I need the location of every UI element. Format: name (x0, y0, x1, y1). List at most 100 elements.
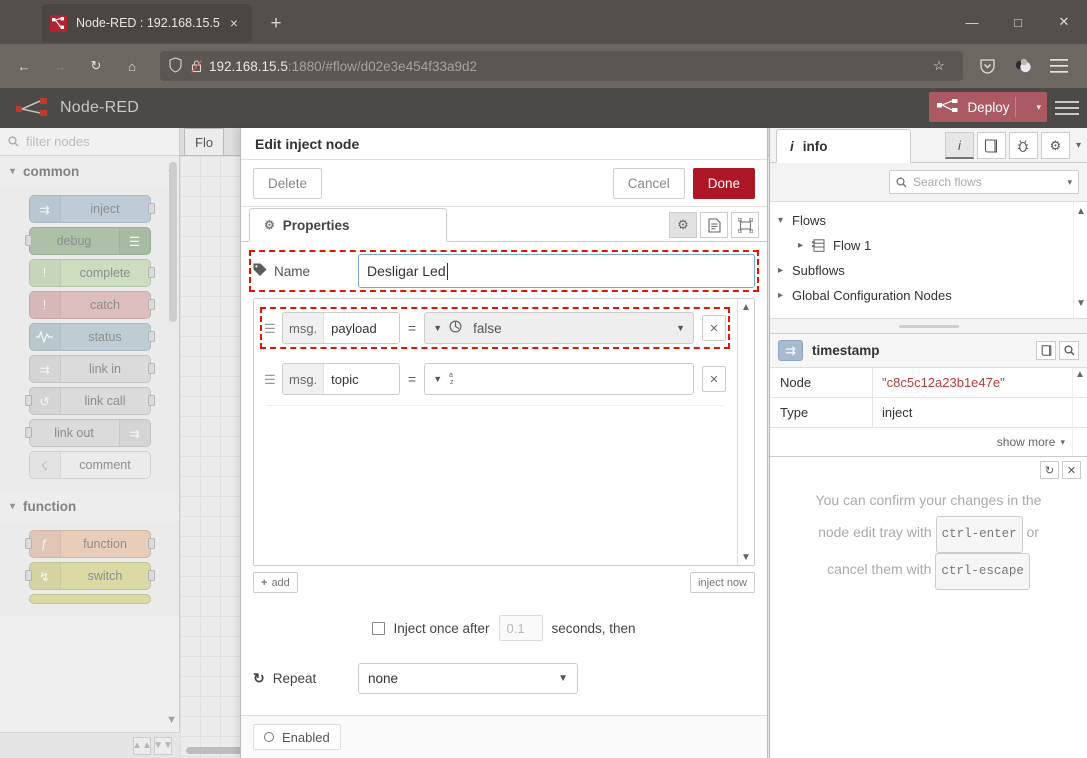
property-value-topic[interactable]: ▼ az (424, 363, 694, 395)
palette-node-catch[interactable]: ! catch (28, 291, 155, 319)
tree-scrollbar[interactable]: ▲ ▼ (1073, 202, 1086, 318)
tab-properties[interactable]: ⚙ Properties (249, 208, 447, 242)
chevron-up-icon[interactable]: ▲ (1073, 368, 1087, 382)
palette-node-link-in[interactable]: ⇉ link in (28, 355, 155, 383)
done-button[interactable]: Done (692, 167, 755, 199)
chevron-down-icon[interactable]: ▼ (1076, 298, 1086, 314)
chevron-right-icon[interactable]: ▸ (798, 240, 812, 251)
properties-scrollbar[interactable]: ▲ ▼ (737, 299, 754, 565)
chevron-up-icon[interactable]: ▲ (738, 299, 754, 315)
tree-item-global-config[interactable]: ▸ Global Configuration Nodes (770, 283, 1087, 308)
maximize-icon[interactable]: □ (995, 0, 1041, 44)
palette-scrollbar[interactable] (169, 162, 177, 322)
appearance-icon[interactable] (731, 212, 759, 238)
remove-property-button[interactable]: ✕ (702, 315, 726, 341)
reload-icon[interactable]: ↻ (80, 50, 112, 82)
chevron-down-icon[interactable]: ▾ (1067, 177, 1072, 188)
close-icon[interactable]: ✕ (1062, 461, 1081, 479)
name-input[interactable]: Desligar Led (358, 254, 755, 288)
description-icon[interactable] (700, 212, 728, 238)
drag-handle-icon[interactable]: ☰ (264, 322, 282, 335)
palette-node-link-call[interactable]: ↺ link call (24, 387, 155, 415)
deploy-button[interactable]: Deploy ▾ (929, 92, 1047, 122)
workspace-tab-flow1[interactable]: Flo (184, 128, 225, 155)
inject-once-checkbox[interactable] (372, 621, 386, 635)
repeat-select[interactable]: none ▼ (358, 663, 578, 694)
cancel-button[interactable]: Cancel (612, 167, 685, 199)
property-key-topic[interactable]: msg. topic (282, 363, 400, 395)
hamburger-icon[interactable] (1043, 50, 1075, 82)
chevron-down-icon[interactable]: ▾ (1076, 140, 1081, 151)
delete-button[interactable]: Delete (253, 167, 323, 199)
back-icon[interactable]: ← (8, 50, 40, 82)
palette-node-link-out[interactable]: link out ⇉ (24, 419, 151, 447)
palette-node-debug[interactable]: debug ☰ (24, 227, 151, 255)
chevron-down-icon[interactable]: ▼ (738, 549, 754, 565)
add-property-button[interactable]: + add (253, 572, 298, 593)
chevron-right-icon[interactable]: ▸ (778, 290, 792, 301)
tree-item-subflows[interactable]: ▸ Subflows (770, 258, 1087, 283)
expand-all-icon[interactable]: ▼▼ (153, 736, 173, 755)
node-enabled-toggle[interactable]: Enabled (253, 724, 341, 750)
palette-category-function[interactable]: ▾ function (0, 491, 179, 522)
shield-icon[interactable] (168, 56, 183, 76)
sidebar-tab-info[interactable]: i info (776, 129, 911, 163)
node-info-scrollbar[interactable]: ▲ (1072, 368, 1087, 456)
collapse-all-icon[interactable]: ▲▲ (132, 736, 152, 755)
palette-node-comment[interactable]: ☇ comment (28, 451, 151, 479)
chevron-down-icon[interactable]: ▾ (1036, 102, 1041, 113)
browser-tab[interactable]: Node-RED : 192.168.15.5 × (42, 4, 252, 42)
gear-icon[interactable]: ⚙ (669, 212, 697, 238)
chevron-right-icon[interactable]: ▸ (778, 265, 792, 276)
palette-node-list-common: ⇉ inject debug ☰ ! complete ! catch stat… (0, 187, 179, 491)
show-more-button[interactable]: show more ▾ (770, 428, 1087, 456)
home-icon[interactable]: ⌂ (116, 50, 148, 82)
broken-lock-icon[interactable] (190, 58, 203, 74)
window-close-icon[interactable]: ✕ (1041, 0, 1087, 44)
node-input-port (24, 427, 32, 438)
palette-node-function[interactable]: ƒ function (24, 530, 155, 558)
minimize-icon[interactable]: — (949, 0, 995, 44)
refresh-icon[interactable]: ↻ (1040, 461, 1059, 479)
property-key-payload[interactable]: msg. payload (282, 312, 400, 344)
forward-icon[interactable]: → (44, 50, 76, 82)
property-value-payload[interactable]: ▼ false ▼ (424, 312, 694, 344)
value-type-selector[interactable]: ▼ az (433, 370, 462, 388)
url-bar[interactable]: 192.168.15.5:1880/#flow/d02e3e454f33a9d2… (160, 51, 963, 81)
pocket-icon[interactable] (971, 50, 1003, 82)
debug-bug-icon[interactable] (1008, 132, 1038, 159)
new-tab-button[interactable]: + (262, 10, 290, 38)
config-gear-icon[interactable]: ⚙ (1040, 132, 1070, 159)
sidebar-resize-grip[interactable] (770, 319, 1087, 333)
palette-category-common[interactable]: ▾ common (0, 156, 179, 187)
palette-node-partial[interactable] (28, 594, 151, 604)
info-icon[interactable]: i (944, 132, 974, 159)
palette-node-inject[interactable]: ⇉ inject (28, 195, 155, 223)
palette-node-complete[interactable]: ! complete (28, 259, 155, 287)
search-flows-input[interactable]: Search flows ▾ (889, 170, 1079, 194)
account-icon[interactable] (1007, 50, 1039, 82)
search-icon[interactable] (1059, 341, 1079, 360)
tree-item-flow-1[interactable]: ▸ Flow 1 (770, 233, 1087, 258)
value-type-selector[interactable]: ▼ (433, 320, 462, 336)
inject-delay-input[interactable]: 0.1 (498, 615, 543, 641)
palette-node-switch[interactable]: ↯ switch (24, 562, 155, 590)
node-red-brand: Node-RED (60, 99, 139, 116)
help-book-icon[interactable] (1036, 341, 1056, 360)
close-icon[interactable]: × (224, 13, 244, 33)
palette-filter-input[interactable]: filter nodes (0, 128, 179, 156)
chevron-up-icon[interactable]: ▲ (1076, 206, 1086, 222)
chevron-down-icon[interactable]: ▼ (166, 714, 177, 726)
bookmark-icon[interactable]: ☆ (923, 50, 955, 82)
url-text[interactable]: 192.168.15.5:1880/#flow/d02e3e454f33a9d2 (209, 59, 923, 74)
right-sidebar: i info i ⚙ ▾ Search flows ▾ ▾ Flows ▸ Fl… (769, 128, 1087, 758)
help-book-icon[interactable] (976, 132, 1006, 159)
palette-node-status[interactable]: status (28, 323, 155, 351)
main-menu-button[interactable] (1055, 97, 1079, 119)
chevron-down-icon[interactable]: ▼ (676, 323, 685, 333)
drag-handle-icon[interactable]: ☰ (264, 373, 282, 386)
inject-now-button[interactable]: inject now (690, 572, 755, 593)
tree-item-flows[interactable]: ▾ Flows (770, 208, 1087, 233)
chevron-down-icon[interactable]: ▾ (778, 215, 792, 226)
remove-property-button[interactable]: ✕ (702, 366, 726, 392)
